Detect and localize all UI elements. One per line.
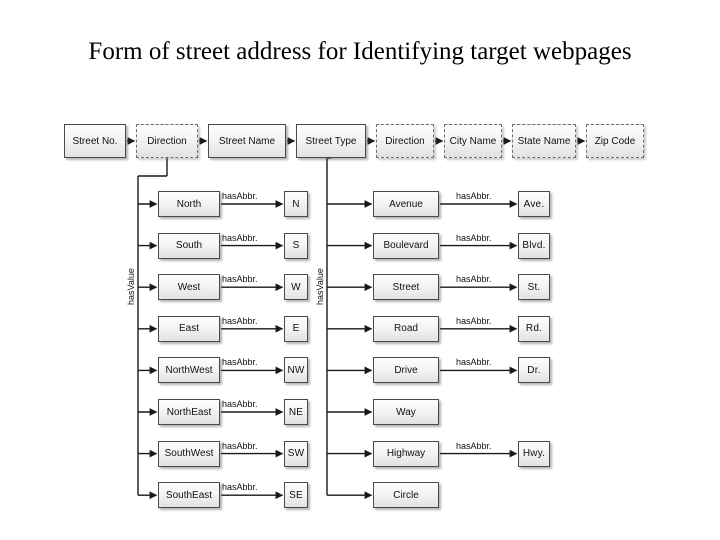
value-node-boulevard: Boulevard [373,232,439,259]
value-node-southwest: SouthWest [158,440,220,467]
top-node-direction-1: Direction [136,124,198,158]
relation-label-hasabbr-0-6: hasAbbr. [222,440,258,451]
value-node-west: West [158,274,220,301]
value-node-way: Way [373,399,439,425]
abbr-node-highway: Hwy. [518,440,550,467]
relation-label-hasabbr-0-7: hasAbbr. [222,482,258,493]
relation-label-hasabbr-0-3: hasAbbr. [222,315,258,326]
value-node-road: Road [373,315,439,342]
top-node-street-type-3: Street Type [296,124,366,158]
abbr-node-avenue: Ave. [518,191,550,217]
top-node-direction-4: Direction [376,124,434,158]
address-form-diagram: Street No. Direction Street Name Street Typ… [0,0,720,540]
relation-label-hasabbr-1-6: hasAbbr. [456,440,492,451]
relation-label-hasabbr-0-5: hasAbbr. [222,399,258,409]
value-node-highway: Highway [373,440,439,467]
relation-label-hasabbr-0-4: hasAbbr. [222,357,258,368]
relation-label-hasabbr-0-2: hasAbbr. [222,274,258,285]
value-node-south: South [158,232,220,259]
abbr-node-north: N [284,191,308,217]
relation-label-hasabbr-1-4: hasAbbr. [456,357,492,368]
value-node-northeast: NorthEast [158,399,220,425]
top-node-street-no-0: Street No. [64,124,126,158]
abbr-node-west: W [284,274,308,301]
value-node-north: North [158,191,220,217]
abbr-node-drive: Dr. [518,357,550,384]
abbr-node-street: St. [518,274,550,301]
relation-label-hasvalue-0: hasValue [126,268,136,305]
relation-label-hasabbr-0-0: hasAbbr. [222,191,258,201]
value-node-street: Street [373,274,439,301]
value-node-east: East [158,315,220,342]
top-node-city-name-5: City Name [444,124,502,158]
value-node-northwest: NorthWest [158,357,220,384]
top-node-street-name-2: Street Name [208,124,286,158]
relation-label-hasabbr-1-0: hasAbbr. [456,191,492,201]
abbr-node-southeast: SE [284,482,308,509]
relation-label-hasvalue-1: hasValue [315,268,325,305]
top-node-zip-code-7: Zip Code [586,124,644,158]
value-node-circle: Circle [373,482,439,509]
top-node-state-name-6: State Name [512,124,576,158]
abbr-node-road: Rd. [518,315,550,342]
relation-label-hasabbr-1-2: hasAbbr. [456,274,492,285]
value-node-drive: Drive [373,357,439,384]
relation-label-hasabbr-0-1: hasAbbr. [222,232,258,243]
diagram-connectors [127,137,586,500]
abbr-node-east: E [284,315,308,342]
abbr-node-southwest: SW [284,440,308,467]
value-node-avenue: Avenue [373,191,439,217]
abbr-node-northeast: NE [284,399,308,425]
relation-label-hasabbr-1-3: hasAbbr. [456,315,492,326]
abbr-node-boulevard: Blvd. [518,232,550,259]
value-node-southeast: SouthEast [158,482,220,509]
relation-label-hasabbr-1-1: hasAbbr. [456,232,492,243]
abbr-node-northwest: NW [284,357,308,384]
abbr-node-south: S [284,232,308,259]
